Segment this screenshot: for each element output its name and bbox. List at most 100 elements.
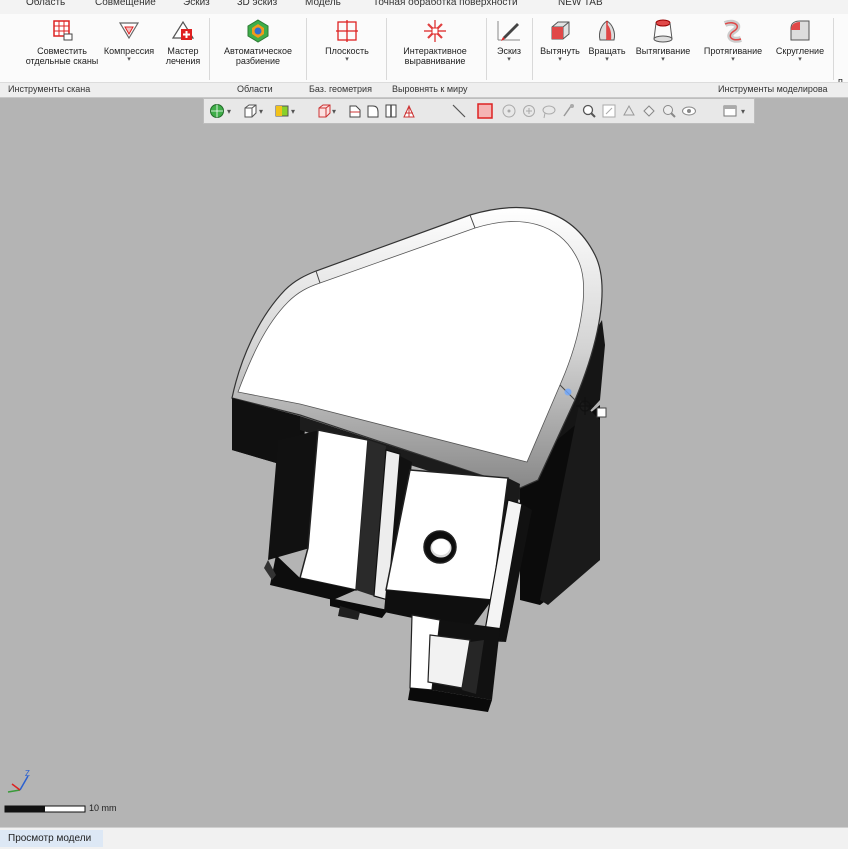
magnify-select-icon[interactable] — [581, 103, 597, 119]
color-map-icon[interactable] — [274, 103, 290, 119]
healing-wizard-button[interactable]: Мастер лечения — [160, 18, 206, 66]
visibility-icon[interactable] — [681, 103, 697, 119]
view-dropdown-icon[interactable]: ▾ — [227, 107, 243, 123]
compression-label: Компрессия — [103, 46, 155, 56]
group-scan-tools: Инструменты скана — [8, 84, 91, 94]
tab-model[interactable]: Модель — [305, 0, 341, 8]
scanned-part[interactable] — [231, 206, 605, 712]
compression-button[interactable]: Компрессия ▾ — [98, 18, 160, 63]
loft-label: Вытягивание — [635, 46, 691, 56]
interactive-align-label-2: выравнивание — [404, 56, 466, 66]
align-scans-button[interactable]: Совместить отдельные сканы — [22, 18, 102, 66]
sketch-label: Эскиз — [496, 46, 522, 56]
extrude-dropdown-icon[interactable]: ▾ — [535, 56, 585, 63]
smart-select-icon[interactable] — [661, 103, 677, 119]
paint-select-icon[interactable] — [561, 103, 577, 119]
tab-surface-finishing[interactable]: Точная обработка поверхности — [373, 0, 518, 8]
tab-region[interactable]: Область — [26, 0, 65, 8]
sweep-dropdown-icon[interactable]: ▾ — [698, 56, 768, 63]
window-options-icon[interactable] — [722, 103, 738, 119]
display-cube-icon[interactable] — [316, 103, 332, 119]
healing-wizard-label-2: лечения — [165, 56, 201, 66]
auto-segment-icon — [247, 19, 269, 43]
status-bar: Просмотр модели — [0, 827, 848, 849]
group-modeling-tools: Инструменты моделирова — [718, 84, 828, 94]
menu-tab-bar: Область Совмещение Эскиз 3D эскиз Модель… — [0, 0, 848, 15]
model-viewport[interactable]: Z 10 mm — [0, 122, 848, 827]
ribbon-divider — [833, 18, 834, 80]
split-view-icon[interactable] — [383, 103, 399, 119]
target-select-icon[interactable] — [521, 103, 537, 119]
loft-button[interactable]: Вытягивание ▾ — [630, 18, 696, 63]
window-options-dropdown-icon[interactable]: ▾ — [741, 107, 757, 123]
freeform-select-icon[interactable] — [621, 103, 637, 119]
tab-alignment[interactable]: Совмещение — [95, 0, 156, 8]
auto-segment-button[interactable]: Автоматическое разбиение — [212, 18, 304, 66]
section-view-icon[interactable] — [347, 103, 363, 119]
tab-sketch[interactable]: Эскиз — [183, 0, 210, 8]
fill-select-icon[interactable] — [641, 103, 657, 119]
ribbon-divider — [209, 18, 210, 80]
model-view-tab[interactable]: Просмотр модели — [0, 830, 104, 847]
plane-button[interactable]: Плоскость ▾ — [312, 18, 382, 63]
lasso-icon[interactable] — [541, 103, 557, 119]
plane-label: Плоскость — [325, 46, 369, 56]
plane-icon — [336, 20, 358, 42]
ribbon-divider — [486, 18, 487, 80]
interactive-align-icon — [424, 20, 446, 42]
sketch-button[interactable]: Эскиз ▾ — [490, 18, 528, 63]
revolve-label: Вращать — [588, 46, 626, 56]
color-map-dropdown-icon[interactable]: ▾ — [291, 107, 307, 123]
view-globe-icon[interactable] — [209, 103, 225, 119]
view-toolbar: ▾ ▾ ▾ ▾ ▾ — [203, 98, 755, 124]
align-scans-label-1: Совместить — [37, 46, 87, 56]
loft-icon — [653, 19, 673, 43]
sweep-label: Протягивание — [703, 46, 763, 56]
axis-triad-icon: Z — [7, 769, 30, 793]
fillet-label: Скругление — [775, 46, 825, 56]
view-box-icon[interactable] — [242, 103, 258, 119]
pencil-icon — [497, 21, 520, 41]
fillet-button[interactable]: Скругление ▾ — [770, 18, 830, 63]
interactive-align-label-1: Интерактивное — [403, 46, 467, 56]
ribbon-divider — [386, 18, 387, 80]
scale-bar-label: 10 mm — [89, 803, 117, 813]
display-dropdown-icon[interactable]: ▾ — [332, 107, 348, 123]
align-scans-label-2: отдельные сканы — [25, 56, 99, 66]
extrude-label: Вытянуть — [540, 46, 580, 56]
sweep-icon — [723, 19, 742, 43]
sweep-button[interactable]: Протягивание ▾ — [698, 18, 768, 63]
fillet-icon — [790, 20, 810, 41]
auto-segment-label-2: разбиение — [235, 56, 281, 66]
edit-select-icon[interactable] — [601, 103, 617, 119]
revolve-icon — [599, 20, 615, 41]
circle-select-icon[interactable] — [501, 103, 517, 119]
measure-icon[interactable] — [401, 103, 417, 119]
loft-dropdown-icon[interactable]: ▾ — [630, 56, 696, 63]
view-box-dropdown-icon[interactable]: ▾ — [259, 107, 275, 123]
fillet-dropdown-icon[interactable]: ▾ — [770, 56, 830, 63]
interactive-align-button[interactable]: Интерактивное выравнивание — [390, 18, 480, 66]
revolve-dropdown-icon[interactable]: ▾ — [585, 56, 629, 63]
healing-wizard-label-1: Мастер — [167, 46, 199, 56]
extrude-button[interactable]: Вытянуть ▾ — [535, 18, 585, 63]
rect-select-icon[interactable] — [477, 103, 493, 119]
scale-bar — [4, 805, 86, 813]
triad-z-label: Z — [25, 769, 30, 778]
auto-segment-label-1: Автоматическое — [223, 46, 292, 56]
healing-wizard-icon — [171, 20, 195, 40]
compression-dropdown-icon[interactable]: ▾ — [98, 56, 160, 63]
compression-icon — [118, 22, 140, 40]
plane-dropdown-icon[interactable]: ▾ — [312, 56, 382, 63]
group-regions: Области — [237, 84, 273, 94]
tab-3d-sketch[interactable]: 3D эскиз — [237, 0, 277, 8]
sketch-dropdown-icon[interactable]: ▾ — [490, 56, 528, 63]
clip-plane-icon[interactable] — [365, 103, 381, 119]
model-canvas[interactable]: Z — [0, 122, 848, 827]
scan-grid-icon — [53, 20, 73, 41]
group-align-world: Выровнять к миру — [392, 84, 468, 94]
tab-new-tab[interactable]: NEW TAB — [558, 0, 603, 8]
ribbon: Совместить отдельные сканы Компрессия ▾ … — [0, 14, 848, 82]
revolve-button[interactable]: Вращать ▾ — [585, 18, 629, 63]
line-select-icon[interactable] — [451, 103, 467, 119]
